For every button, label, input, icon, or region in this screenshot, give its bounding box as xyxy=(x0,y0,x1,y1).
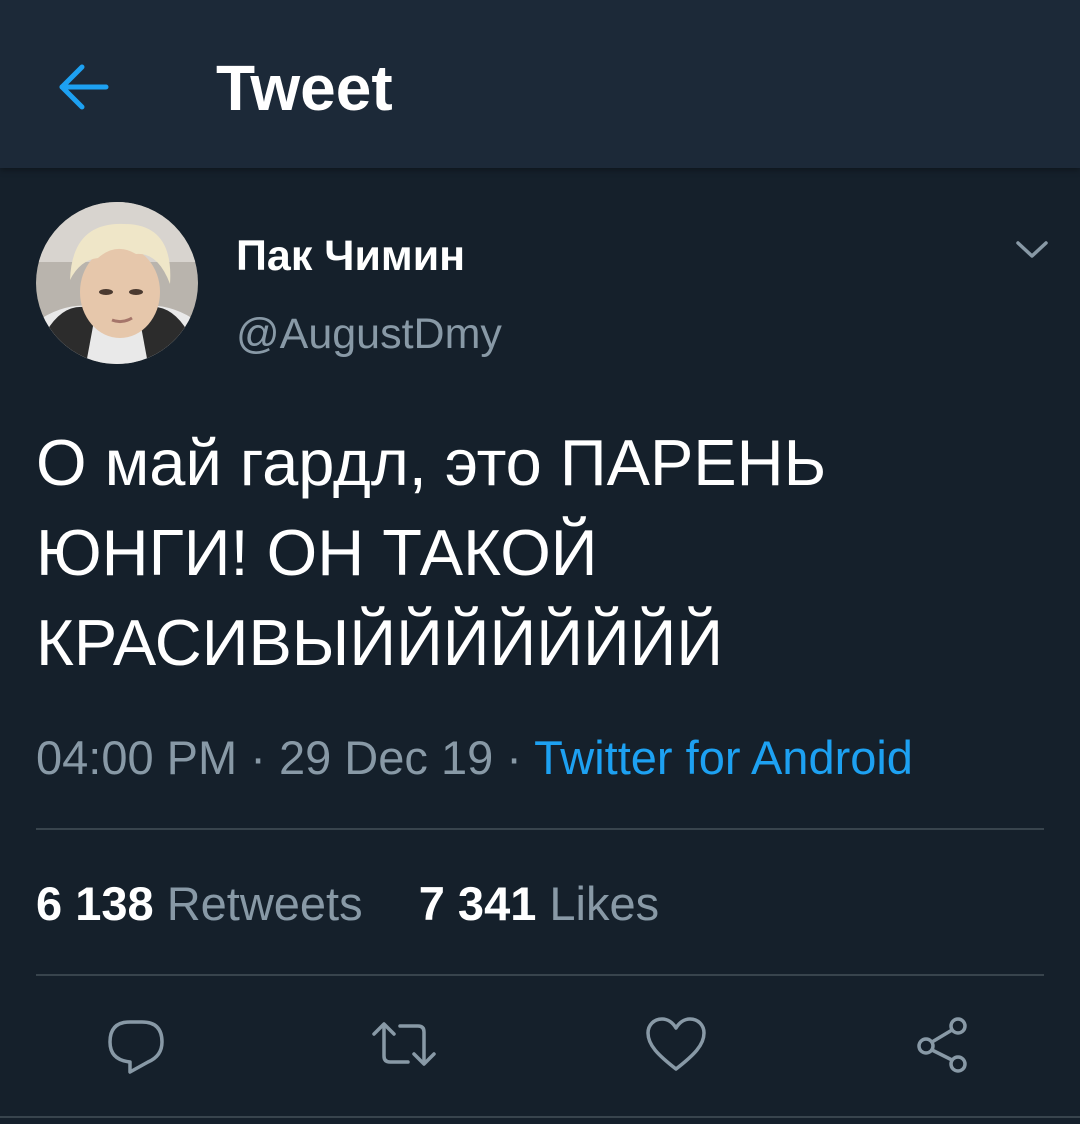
reply-icon xyxy=(108,1020,164,1074)
arrow-left-icon xyxy=(59,64,109,110)
retweets-label: Retweets xyxy=(166,877,363,930)
tweet-options-button[interactable] xyxy=(1008,230,1056,270)
likes-stat[interactable]: 7 341 Likes xyxy=(419,877,659,930)
share-icon xyxy=(917,1017,967,1073)
likes-label: Likes xyxy=(549,877,660,930)
tweet-date: 29 Dec 19 xyxy=(278,731,494,784)
share-button[interactable] xyxy=(908,1008,980,1080)
author-name[interactable]: Пак Чимин xyxy=(236,230,465,282)
retweet-icon xyxy=(372,1022,436,1066)
chevron-down-icon xyxy=(1016,241,1048,258)
divider xyxy=(36,828,1044,830)
divider xyxy=(0,1116,1080,1118)
tweet-metadata: 04:00 PM · 29 Dec 19 · Twitter for Andro… xyxy=(36,726,913,790)
avatar[interactable] xyxy=(36,202,198,364)
retweets-count: 6 138 xyxy=(36,877,154,930)
tweet-source-link[interactable]: Twitter for Android xyxy=(534,731,913,784)
top-bar: Tweet xyxy=(0,0,1080,168)
retweets-stat[interactable]: 6 138 Retweets xyxy=(36,877,363,930)
divider xyxy=(36,974,1044,976)
meta-separator: · xyxy=(250,731,266,784)
tweet-text: О май гардл, это ПАРЕНЬ ЮНГИ! ОН ТАКОЙ К… xyxy=(36,426,827,679)
retweet-button[interactable] xyxy=(368,1008,440,1080)
reply-button[interactable] xyxy=(100,1008,172,1080)
meta-separator: · xyxy=(506,731,522,784)
tweet-actions xyxy=(0,1008,1080,1088)
author-handle[interactable]: @AugustDmy xyxy=(236,308,502,360)
tweet-stats: 6 138 Retweets 7 341 Likes xyxy=(36,872,659,936)
like-icon xyxy=(646,1017,706,1071)
tweet-detail: Пак Чимин @AugustDmy О май гардл, это ПА… xyxy=(0,168,1080,1124)
like-button[interactable] xyxy=(640,1008,712,1080)
page-title: Tweet xyxy=(216,52,393,124)
likes-count: 7 341 xyxy=(418,877,537,930)
profile-photo xyxy=(36,202,198,364)
tweet-time: 04:00 PM xyxy=(36,731,238,784)
back-button[interactable] xyxy=(52,55,116,119)
